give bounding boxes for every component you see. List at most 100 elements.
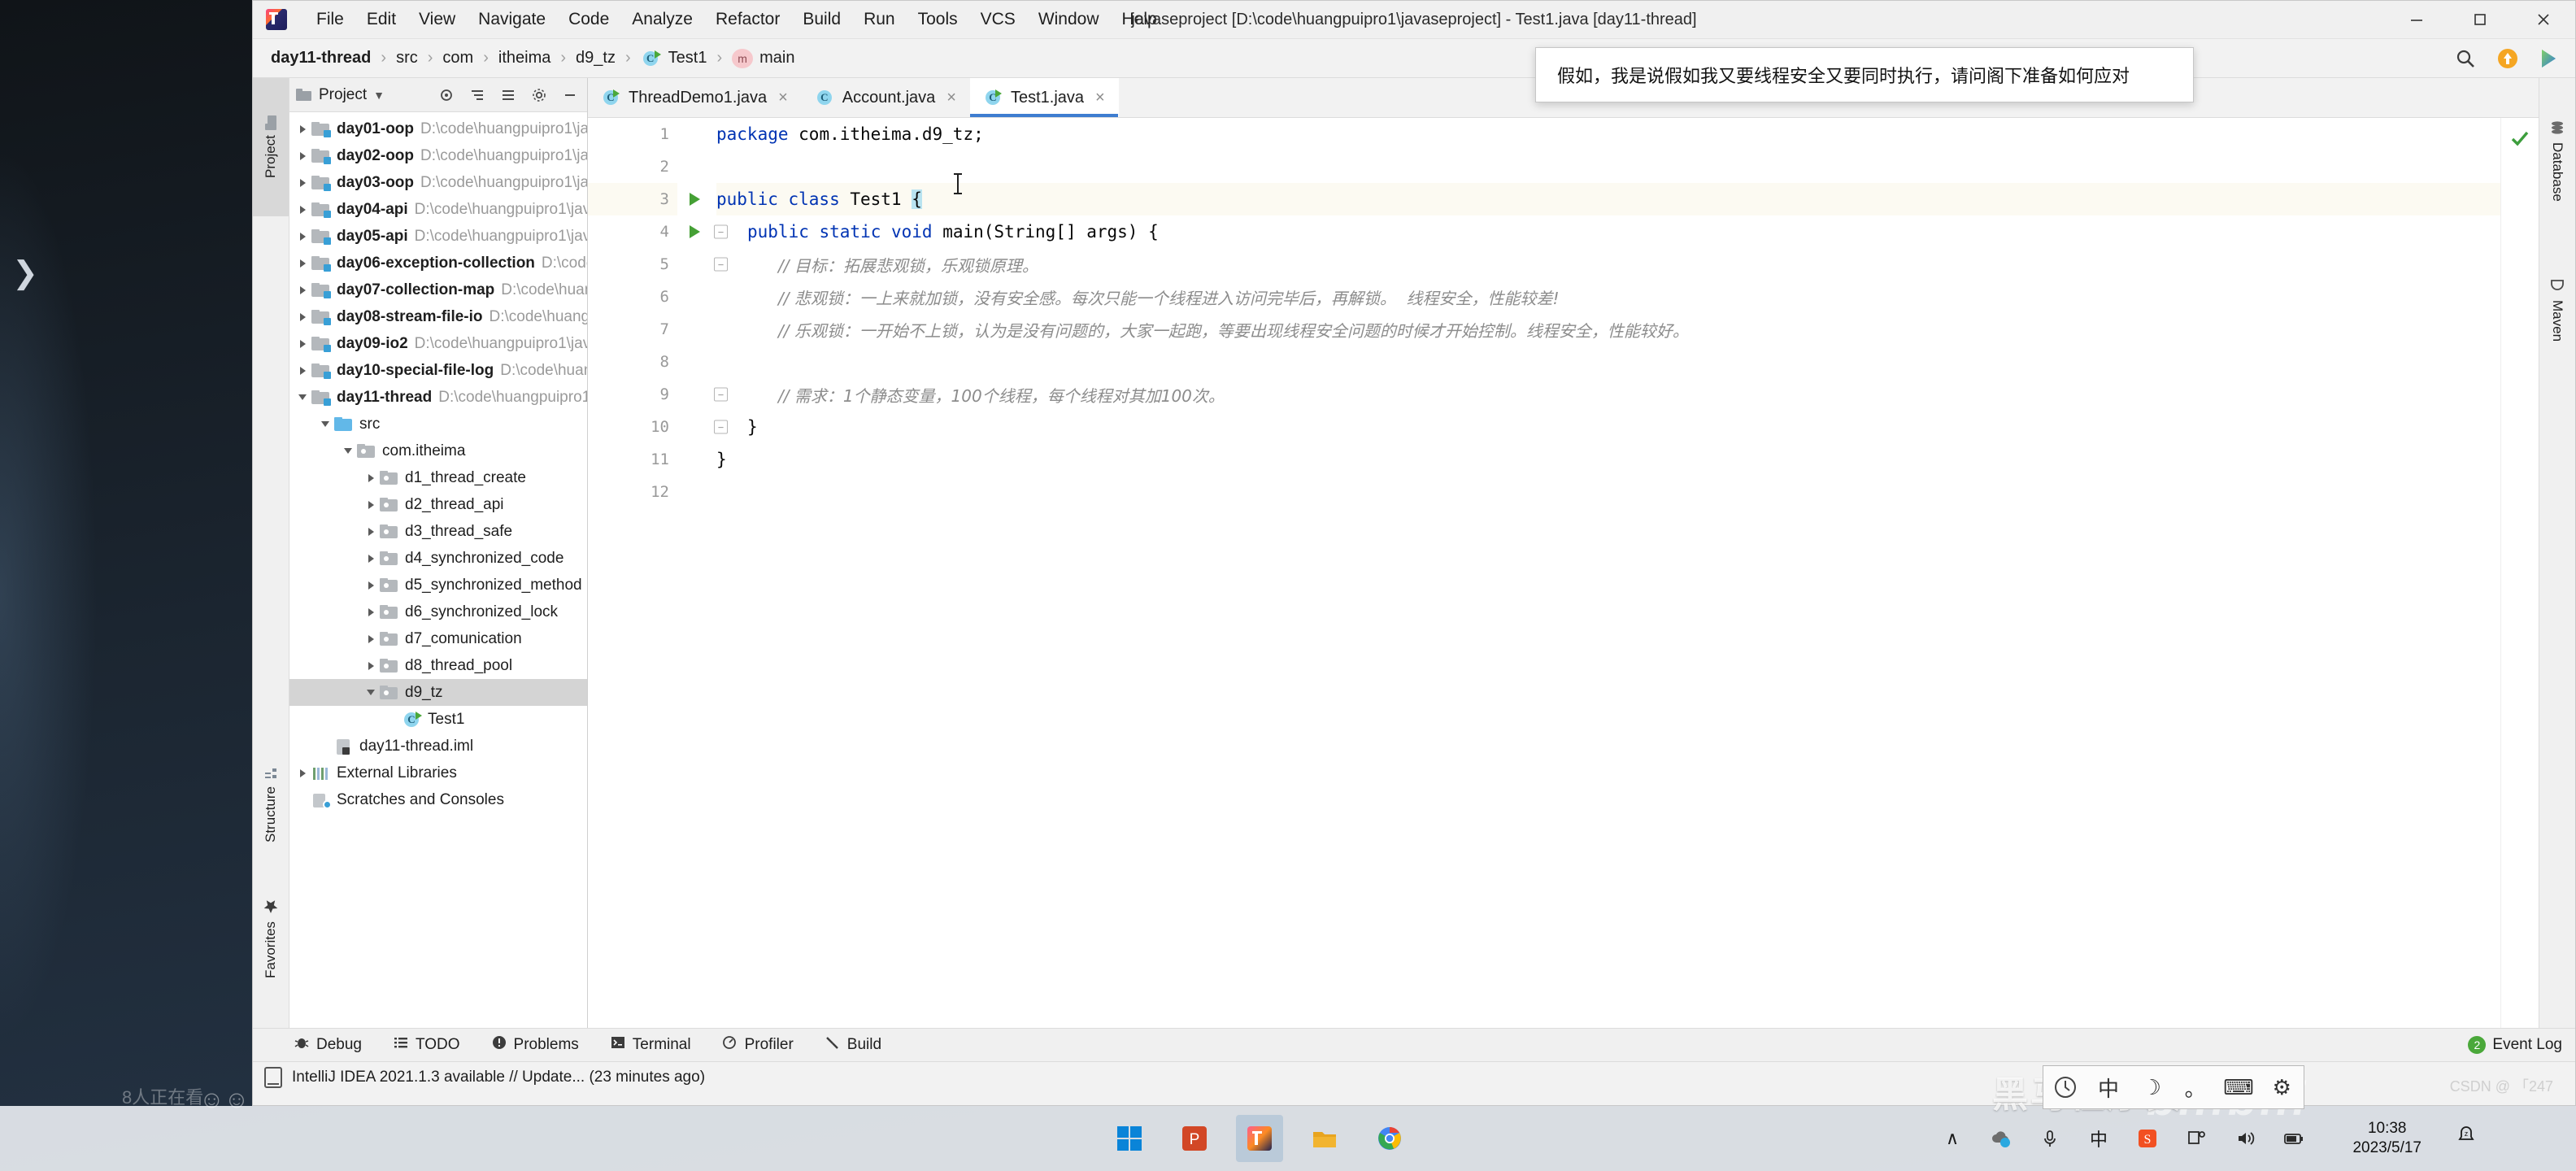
- tree-item-day06-exception-collection[interactable]: day06-exception-collection D:\code\huan: [289, 250, 587, 276]
- code-line-5[interactable]: // 目标：拓展悲观锁，乐观锁原理。: [716, 248, 2539, 281]
- code-editor[interactable]: 1 2 3 4−5−6 7 8 9−10−11 12 package com.itheima.…: [588, 118, 2539, 1028]
- tool-tab-favorites[interactable]: Favorites: [253, 865, 289, 1012]
- breadcrumb-main[interactable]: m main: [732, 48, 794, 68]
- locate-icon[interactable]: [436, 85, 457, 106]
- tree-item-external-libraries[interactable]: External Libraries: [289, 760, 587, 786]
- tree-twisty-icon[interactable]: [294, 178, 311, 187]
- ime-settings-icon[interactable]: ⚙: [2265, 1071, 2298, 1104]
- close-tab-icon[interactable]: ×: [778, 89, 788, 107]
- tree-twisty-icon[interactable]: [363, 473, 379, 482]
- tree-twisty-icon[interactable]: [340, 448, 356, 454]
- tree-twisty-icon[interactable]: [294, 339, 311, 348]
- tree-item-scratches-and-consoles[interactable]: Scratches and Consoles: [289, 786, 587, 813]
- powerpoint-app[interactable]: P: [1171, 1115, 1218, 1162]
- menu-tools[interactable]: Tools: [907, 7, 969, 33]
- tree-item-d2-thread-api[interactable]: d2_thread_api: [289, 491, 587, 518]
- collapse-arrow-icon[interactable]: ❯: [12, 244, 38, 301]
- tool-button-terminal[interactable]: Terminal: [605, 1033, 696, 1057]
- chevron-down-icon[interactable]: ▼: [373, 89, 385, 102]
- tree-item-day01-oop[interactable]: day01-oop D:\code\huangpuipro1\javasep: [289, 115, 587, 142]
- tool-button-problems[interactable]: Problems: [486, 1033, 584, 1057]
- tool-tab-maven[interactable]: Maven: [2539, 241, 2575, 379]
- tree-twisty-icon[interactable]: [294, 259, 311, 268]
- tree-twisty-icon[interactable]: [294, 366, 311, 375]
- tree-twisty-icon[interactable]: [294, 312, 311, 321]
- show-hidden-icons[interactable]: ∧: [1939, 1125, 1966, 1152]
- tree-item-day07-collection-map[interactable]: day07-collection-map D:\code\huangpuip: [289, 276, 587, 303]
- breadcrumb-com[interactable]: com: [442, 49, 473, 67]
- gutter-line-5[interactable]: 5−: [588, 248, 728, 281]
- breadcrumb-day11-thread[interactable]: day11-thread: [271, 49, 371, 67]
- maximize-button[interactable]: [2448, 1, 2512, 38]
- close-button[interactable]: [2512, 1, 2575, 38]
- ime-keyboard-icon[interactable]: ⌨: [2222, 1071, 2255, 1104]
- gutter-line-11[interactable]: 11: [588, 443, 677, 476]
- project-tree[interactable]: day01-oopD:\code\huangpuipro1\javasepday…: [289, 112, 587, 1028]
- code-line-8[interactable]: [716, 346, 2539, 378]
- tree-item-day11-thread[interactable]: day11-thread D:\code\huangpuipro1\java: [289, 384, 587, 411]
- menu-vcs[interactable]: VCS: [969, 7, 1027, 33]
- notification-popup[interactable]: 假如，我是说假如我又要线程安全又要同时执行，请问阁下准备如何应对: [1535, 47, 2194, 102]
- code-line-6[interactable]: // 悲观锁：一上来就加锁，没有安全感。每次只能一个线程进入访问完毕后，再解锁。…: [716, 281, 2539, 313]
- gutter-line-7[interactable]: 7: [588, 313, 677, 346]
- menu-view[interactable]: View: [407, 7, 467, 33]
- tool-button-todo[interactable]: TODO: [388, 1033, 465, 1057]
- tree-item-src[interactable]: src: [289, 411, 587, 437]
- code-line-9[interactable]: // 需求：1个静态变量，100个线程，每个线程对其加100次。: [716, 378, 2539, 411]
- menu-edit[interactable]: Edit: [355, 7, 407, 33]
- tree-twisty-icon[interactable]: [294, 205, 311, 214]
- tool-tab-structure[interactable]: Structure: [253, 735, 289, 873]
- tree-item-d9-tz[interactable]: d9_tz: [289, 679, 587, 706]
- expand-all-icon[interactable]: [467, 85, 488, 106]
- editor-marker-bar[interactable]: [2500, 118, 2539, 1028]
- code-line-12[interactable]: [716, 476, 2539, 508]
- breadcrumb-itheima[interactable]: itheima: [498, 49, 550, 67]
- ime-logo-icon[interactable]: [2049, 1071, 2082, 1104]
- code-line-1[interactable]: package com.itheima.d9_tz;: [716, 118, 2539, 150]
- tree-item-com-itheima[interactable]: com.itheima: [289, 437, 587, 464]
- notification-center-icon[interactable]: z: [2454, 1124, 2478, 1154]
- gutter-line-4[interactable]: 4−: [588, 215, 728, 248]
- tree-twisty-icon[interactable]: [363, 581, 379, 590]
- inspection-ok-icon[interactable]: [2509, 128, 2530, 153]
- tree-item-day10-special-file-log[interactable]: day10-special-file-log D:\code\huangpui: [289, 357, 587, 384]
- tree-item-day02-oop[interactable]: day02-oop D:\code\huangpuipro1\javasep: [289, 142, 587, 169]
- ime-chinese-icon[interactable]: 中: [2092, 1071, 2125, 1104]
- code-line-3[interactable]: public class Test1 {: [716, 183, 2539, 215]
- close-tab-icon[interactable]: ×: [1095, 89, 1105, 107]
- settings-icon[interactable]: [529, 85, 550, 106]
- battery-icon[interactable]: [2280, 1125, 2308, 1152]
- tree-twisty-icon[interactable]: [363, 634, 379, 643]
- tool-button-profiler[interactable]: Profiler: [717, 1033, 798, 1057]
- screenshot-icon[interactable]: [2182, 1125, 2210, 1152]
- code-line-11[interactable]: }: [716, 443, 2539, 476]
- breadcrumb-test1[interactable]: C Test1: [641, 49, 707, 67]
- editor-tab-threaddemo1[interactable]: C ThreadDemo1.java ×: [588, 78, 802, 117]
- ime-indicator-icon[interactable]: 中: [2085, 1125, 2113, 1152]
- tree-item-d4-synchronized-code[interactable]: d4_synchronized_code: [289, 545, 587, 572]
- menu-file[interactable]: File: [305, 7, 355, 33]
- minimize-button[interactable]: [2385, 1, 2448, 38]
- code-line-10[interactable]: }: [716, 411, 2539, 443]
- menu-window[interactable]: Window: [1027, 7, 1111, 33]
- gutter-line-12[interactable]: 12: [588, 476, 677, 508]
- close-tab-icon[interactable]: ×: [946, 89, 956, 107]
- cloud-sync-icon[interactable]: [1987, 1125, 2015, 1152]
- chrome-app[interactable]: [1366, 1115, 1413, 1162]
- tool-button-build[interactable]: Build: [820, 1033, 886, 1057]
- editor-code[interactable]: package com.itheima.d9_tz;public class T…: [677, 118, 2539, 1028]
- status-message[interactable]: IntelliJ IDEA 2021.1.3 available // Upda…: [292, 1069, 705, 1086]
- tree-twisty-icon[interactable]: [294, 394, 311, 400]
- tool-tab-project[interactable]: Project: [253, 78, 289, 216]
- event-log-button[interactable]: 2 Event Log: [2468, 1036, 2562, 1054]
- taskbar-clock[interactable]: 10:38 2023/5/17: [2352, 1119, 2422, 1158]
- tree-item-d6-synchronized-lock[interactable]: d6_synchronized_lock: [289, 599, 587, 625]
- menu-analyze[interactable]: Analyze: [620, 7, 704, 33]
- hide-panel-icon[interactable]: [559, 85, 581, 106]
- ide-brand-icon[interactable]: [2536, 45, 2564, 72]
- file-explorer-app[interactable]: [1301, 1115, 1348, 1162]
- intellij-app[interactable]: [1236, 1115, 1283, 1162]
- menu-run[interactable]: Run: [852, 7, 907, 33]
- gutter-line-6[interactable]: 6: [588, 281, 677, 313]
- sogou-icon[interactable]: S: [2134, 1125, 2161, 1152]
